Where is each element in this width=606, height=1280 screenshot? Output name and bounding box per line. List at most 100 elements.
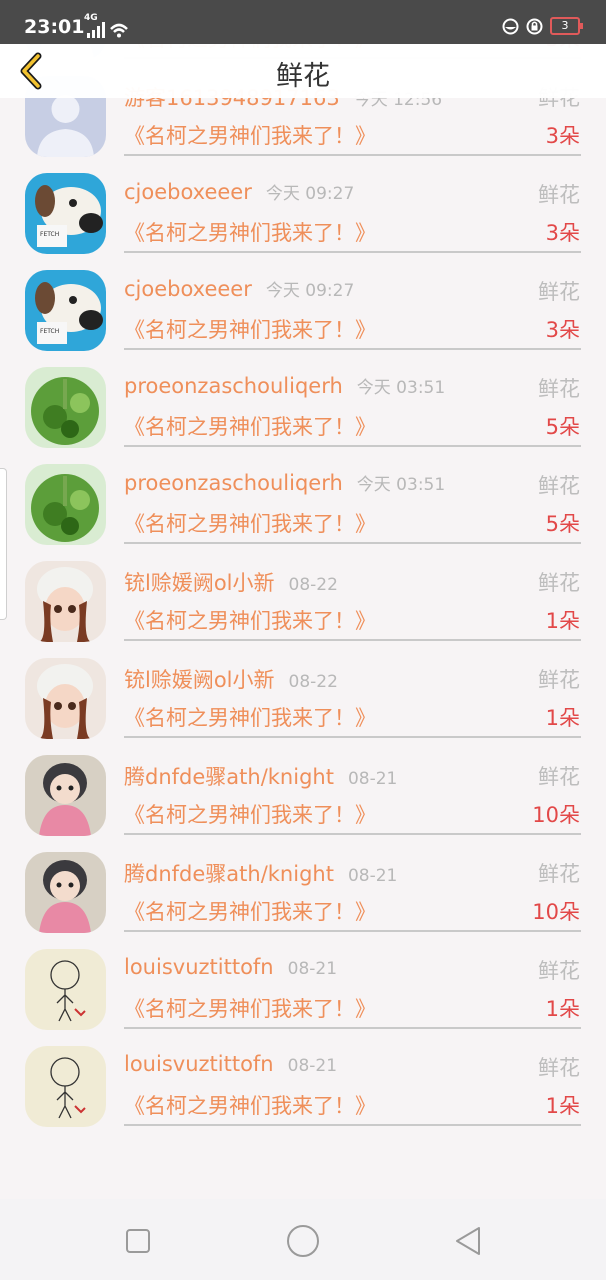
avatar[interactable] xyxy=(25,852,106,933)
username[interactable]: 腾dnfde骤ath/knight xyxy=(124,862,334,886)
gift-time: 08-21 xyxy=(347,866,398,886)
system-nav-bar xyxy=(0,1199,606,1280)
username-line[interactable]: 铳l赊媛阙ol小新 08-22 xyxy=(124,567,338,597)
novel-title[interactable]: 《名柯之男神们我来了！》 xyxy=(124,314,376,344)
avatar[interactable] xyxy=(25,1046,106,1127)
username-line[interactable]: proeonzaschouliqerh 今天 03:51 xyxy=(124,470,445,495)
flower-count: 3朵 xyxy=(545,318,580,342)
flower-count: 5朵 xyxy=(545,512,580,536)
dnd-icon xyxy=(502,18,519,34)
page-title: 鲜花 xyxy=(276,61,330,92)
list-item[interactable]: proeonzaschouliqerh 今天 03:51 鲜花《名柯之男神们我来了！… xyxy=(0,359,606,456)
row-divider xyxy=(124,445,581,447)
username-line[interactable]: louisvuztittofn 08-21 xyxy=(124,955,337,979)
username[interactable]: 铳l赊媛阙ol小新 xyxy=(124,668,275,692)
avatar[interactable] xyxy=(25,464,106,545)
back-triangle-icon[interactable] xyxy=(448,1221,488,1261)
username-line[interactable]: cjoeboxeeer 今天 09:27 xyxy=(124,276,354,301)
gift-time: 今天 03:51 xyxy=(356,475,446,495)
svg-text:FETCH: FETCH xyxy=(40,328,59,335)
row-divider xyxy=(124,639,581,641)
row-divider xyxy=(124,833,581,835)
novel-title[interactable]: 《名柯之男神们我来了！》 xyxy=(124,120,376,150)
list-item[interactable]: 铳l赊媛阙ol小新 08-22 鲜花 《名柯之男神们我来了！》 1朵 xyxy=(0,553,606,650)
gift-time: 08-21 xyxy=(287,959,338,979)
novel-title[interactable]: 《名柯之男神们我来了！》 xyxy=(124,508,376,538)
gift-type: 鲜花 xyxy=(538,183,580,207)
flower-count: 10朵 xyxy=(532,803,580,827)
list-item[interactable]: FETCH cjoeboxeeer 今天 09:27 鲜花《名柯之男神们我来了！》 3朵 xyxy=(0,262,606,359)
avatar[interactable] xyxy=(25,658,106,739)
gift-time: 今天 09:27 xyxy=(265,184,355,204)
avatar[interactable] xyxy=(25,561,106,642)
username[interactable]: proeonzaschouliqerh xyxy=(124,471,343,495)
flower-count: 3朵 xyxy=(545,221,580,245)
username-line[interactable]: cjoeboxeeer 今天 09:27 xyxy=(124,179,354,204)
novel-title[interactable]: 《名柯之男神们我来了！》 xyxy=(124,896,376,926)
home-circle-icon[interactable] xyxy=(283,1221,323,1261)
gift-type: 鲜花 xyxy=(538,474,580,498)
row-divider xyxy=(124,542,581,544)
novel-title[interactable]: 《名柯之男神们我来了！》 xyxy=(124,1090,376,1120)
username[interactable]: louisvuztittofn xyxy=(124,955,274,979)
flower-gift-list[interactable]: 游客1613948917163今天 12:56鲜花《名柯之男神们我来了！》3朵游… xyxy=(0,44,606,1199)
username[interactable]: louisvuztittofn xyxy=(124,1052,274,1076)
gift-type: 鲜花 xyxy=(538,765,580,789)
username-line[interactable]: louisvuztittofn 08-21 xyxy=(124,1052,337,1076)
gift-time: 08-22 xyxy=(288,575,338,595)
list-item[interactable]: proeonzaschouliqerh 今天 03:51 鲜花《名柯之男神们我来了！… xyxy=(0,456,606,553)
gift-time: 08-22 xyxy=(288,672,338,692)
novel-title[interactable]: 《名柯之男神们我来了！》 xyxy=(124,993,376,1023)
username-line[interactable]: 腾dnfde骤ath/knight 08-21 xyxy=(124,858,397,888)
flower-count: 1朵 xyxy=(545,609,580,633)
novel-title[interactable]: 《名柯之男神们我来了！》 xyxy=(124,217,376,247)
novel-title[interactable]: 《名柯之男神们我来了！》 xyxy=(124,702,376,732)
gift-type: 鲜花 xyxy=(538,377,580,401)
list-item[interactable]: louisvuztittofn 08-21 鲜花 《名柯之男神们我来了！》 1朵 xyxy=(0,1038,606,1135)
gift-type: 鲜花 xyxy=(538,1056,580,1080)
avatar[interactable] xyxy=(25,367,106,448)
username-line[interactable]: proeonzaschouliqerh 今天 03:51 xyxy=(124,373,445,398)
row-divider xyxy=(124,736,581,738)
username[interactable]: 腾dnfde骤ath/knight xyxy=(124,765,334,789)
novel-title[interactable]: 《名柯之男神们我来了！》 xyxy=(124,799,376,829)
username[interactable]: cjoeboxeeer xyxy=(124,277,252,301)
status-bar: 23:01 4G 3 xyxy=(0,0,606,44)
gift-type: 鲜花 xyxy=(538,668,580,692)
gift-time: 今天 09:27 xyxy=(265,281,355,301)
list-item[interactable]: 腾dnfde骤ath/knight 08-21 鲜花 《名柯之男神们我来了！》 10朵 xyxy=(0,844,606,941)
novel-title[interactable]: 《名柯之男神们我来了！》 xyxy=(124,605,376,635)
avatar[interactable] xyxy=(25,755,106,836)
status-right-icons: 3 xyxy=(502,17,583,35)
recents-square-icon[interactable] xyxy=(118,1221,158,1261)
row-divider xyxy=(124,1027,581,1029)
list-item[interactable]: louisvuztittofn 08-21 鲜花 《名柯之男神们我来了！》 1朵 xyxy=(0,941,606,1038)
flower-count: 10朵 xyxy=(532,900,580,924)
username-line[interactable]: 铳l赊媛阙ol小新 08-22 xyxy=(124,664,338,694)
signal-icon xyxy=(87,22,128,38)
username[interactable]: cjoeboxeeer xyxy=(124,180,252,204)
gift-time: 08-21 xyxy=(347,769,398,789)
username[interactable]: proeonzaschouliqerh xyxy=(124,374,343,398)
side-drawer-handle[interactable] xyxy=(0,468,7,620)
row-divider xyxy=(124,251,581,253)
svg-text:FETCH: FETCH xyxy=(40,231,59,238)
avatar[interactable] xyxy=(25,949,106,1030)
username[interactable]: 铳l赊媛阙ol小新 xyxy=(124,571,275,595)
list-item[interactable]: 铳l赊媛阙ol小新 08-22 鲜花 《名柯之男神们我来了！》 1朵 xyxy=(0,650,606,747)
gift-time: 今天 03:51 xyxy=(356,378,446,398)
avatar[interactable]: FETCH xyxy=(25,173,106,254)
username-line[interactable]: 腾dnfde骤ath/knight 08-21 xyxy=(124,761,397,791)
list-item[interactable]: 腾dnfde骤ath/knight 08-21 鲜花《名柯之男神们我来了！》 10朵 xyxy=(0,747,606,844)
row-divider xyxy=(124,1124,581,1126)
row-divider xyxy=(124,154,581,156)
list-item[interactable]: FETCH cjoeboxeeer 今天 09:27 鲜花《名柯之男神们我来了！》 3朵 xyxy=(0,165,606,262)
novel-title[interactable]: 《名柯之男神们我来了！》 xyxy=(124,411,376,441)
header: 鲜花 xyxy=(0,44,606,98)
gift-type: 鲜花 xyxy=(538,280,580,304)
lock-icon xyxy=(526,18,543,34)
avatar[interactable]: FETCH xyxy=(25,270,106,351)
flower-count: 1朵 xyxy=(545,997,580,1021)
row-divider xyxy=(124,930,581,932)
battery-icon: 3 xyxy=(550,17,583,35)
